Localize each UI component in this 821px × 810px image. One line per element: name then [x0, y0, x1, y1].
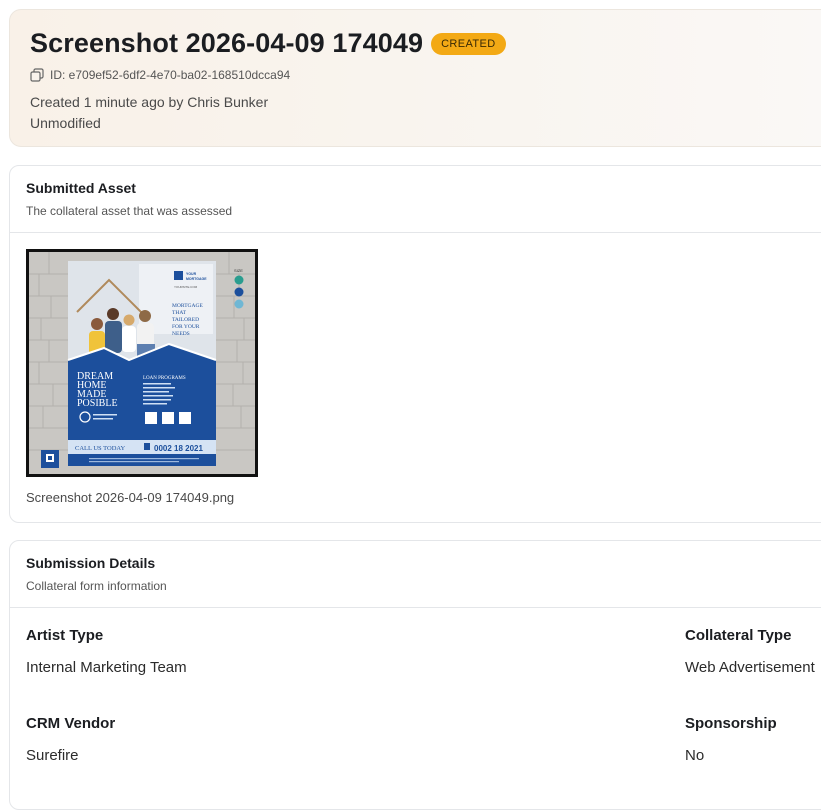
flyer-headline-4: POSIBLE: [77, 398, 118, 409]
artist-type-label: Artist Type: [26, 627, 104, 644]
status-badge: CREATED: [431, 32, 506, 55]
collateral-type-label: Collateral Type: [685, 627, 792, 644]
asset-filename: Screenshot 2026-04-09 174049.png: [26, 490, 235, 505]
sponsorship-value: No: [685, 747, 705, 764]
copy-icon[interactable]: [30, 68, 44, 82]
asset-preview-image: YOUR MORTGAGE YOURSITE.COM MORTGAGE THAT…: [29, 252, 255, 474]
section-subtitle: The collateral asset that was assessed: [26, 204, 233, 218]
flyer-call-label: CALL US TODAY: [75, 445, 126, 452]
crm-vendor-value: Surefire: [26, 747, 79, 764]
submitted-asset-card: Submitted Asset The collateral asset tha…: [9, 165, 821, 523]
flyer-website: YOURSITE.COM: [174, 285, 198, 289]
artist-type-value: Internal Marketing Team: [26, 659, 187, 676]
flyer-phone: 0002 18 2021: [154, 444, 203, 453]
modified-info: Unmodified: [30, 115, 101, 131]
submission-details-card: Submission Details Collateral form infor…: [9, 540, 821, 810]
card-header: Submitted Asset The collateral asset tha…: [10, 166, 821, 233]
flyer-company-line1: YOUR: [186, 272, 197, 276]
flyer-tagline-1: MORTGAGE: [172, 303, 203, 309]
crm-vendor-label: CRM Vendor: [26, 715, 116, 732]
sponsorship-label: Sponsorship: [685, 715, 777, 732]
flyer-tagline-5: NEEDS: [172, 331, 190, 337]
header-card: Screenshot 2026-04-09 174049 CREATED ID:…: [9, 9, 821, 147]
record-id: ID: e709ef52-6df2-4e70-ba02-168510dcca94: [50, 68, 291, 82]
flyer-tagline-3: TAILORED: [172, 317, 199, 323]
flyer-size-label: SIZE: [234, 268, 243, 273]
section-title: Submitted Asset: [26, 180, 136, 196]
card-header: Submission Details Collateral form infor…: [10, 541, 821, 608]
id-row: ID: e709ef52-6df2-4e70-ba02-168510dcca94: [30, 68, 290, 82]
collateral-type-value: Web Advertisement: [685, 659, 815, 676]
flyer-tagline-2: THAT: [172, 310, 187, 316]
title-row: Screenshot 2026-04-09 174049 CREATED: [30, 28, 506, 59]
section-subtitle: Collateral form information: [26, 579, 167, 593]
asset-thumbnail[interactable]: YOUR MORTGAGE YOURSITE.COM MORTGAGE THAT…: [26, 249, 258, 477]
page-title: Screenshot 2026-04-09 174049: [30, 28, 424, 58]
flyer-loan-title: LOAN PROGRAMS: [143, 376, 186, 381]
flyer-company-line2: MORTGAGE: [186, 277, 207, 281]
section-title: Submission Details: [26, 555, 156, 571]
flyer-tagline-4: FOR YOUR: [172, 324, 200, 330]
created-info: Created 1 minute ago by Chris Bunker: [30, 94, 269, 110]
